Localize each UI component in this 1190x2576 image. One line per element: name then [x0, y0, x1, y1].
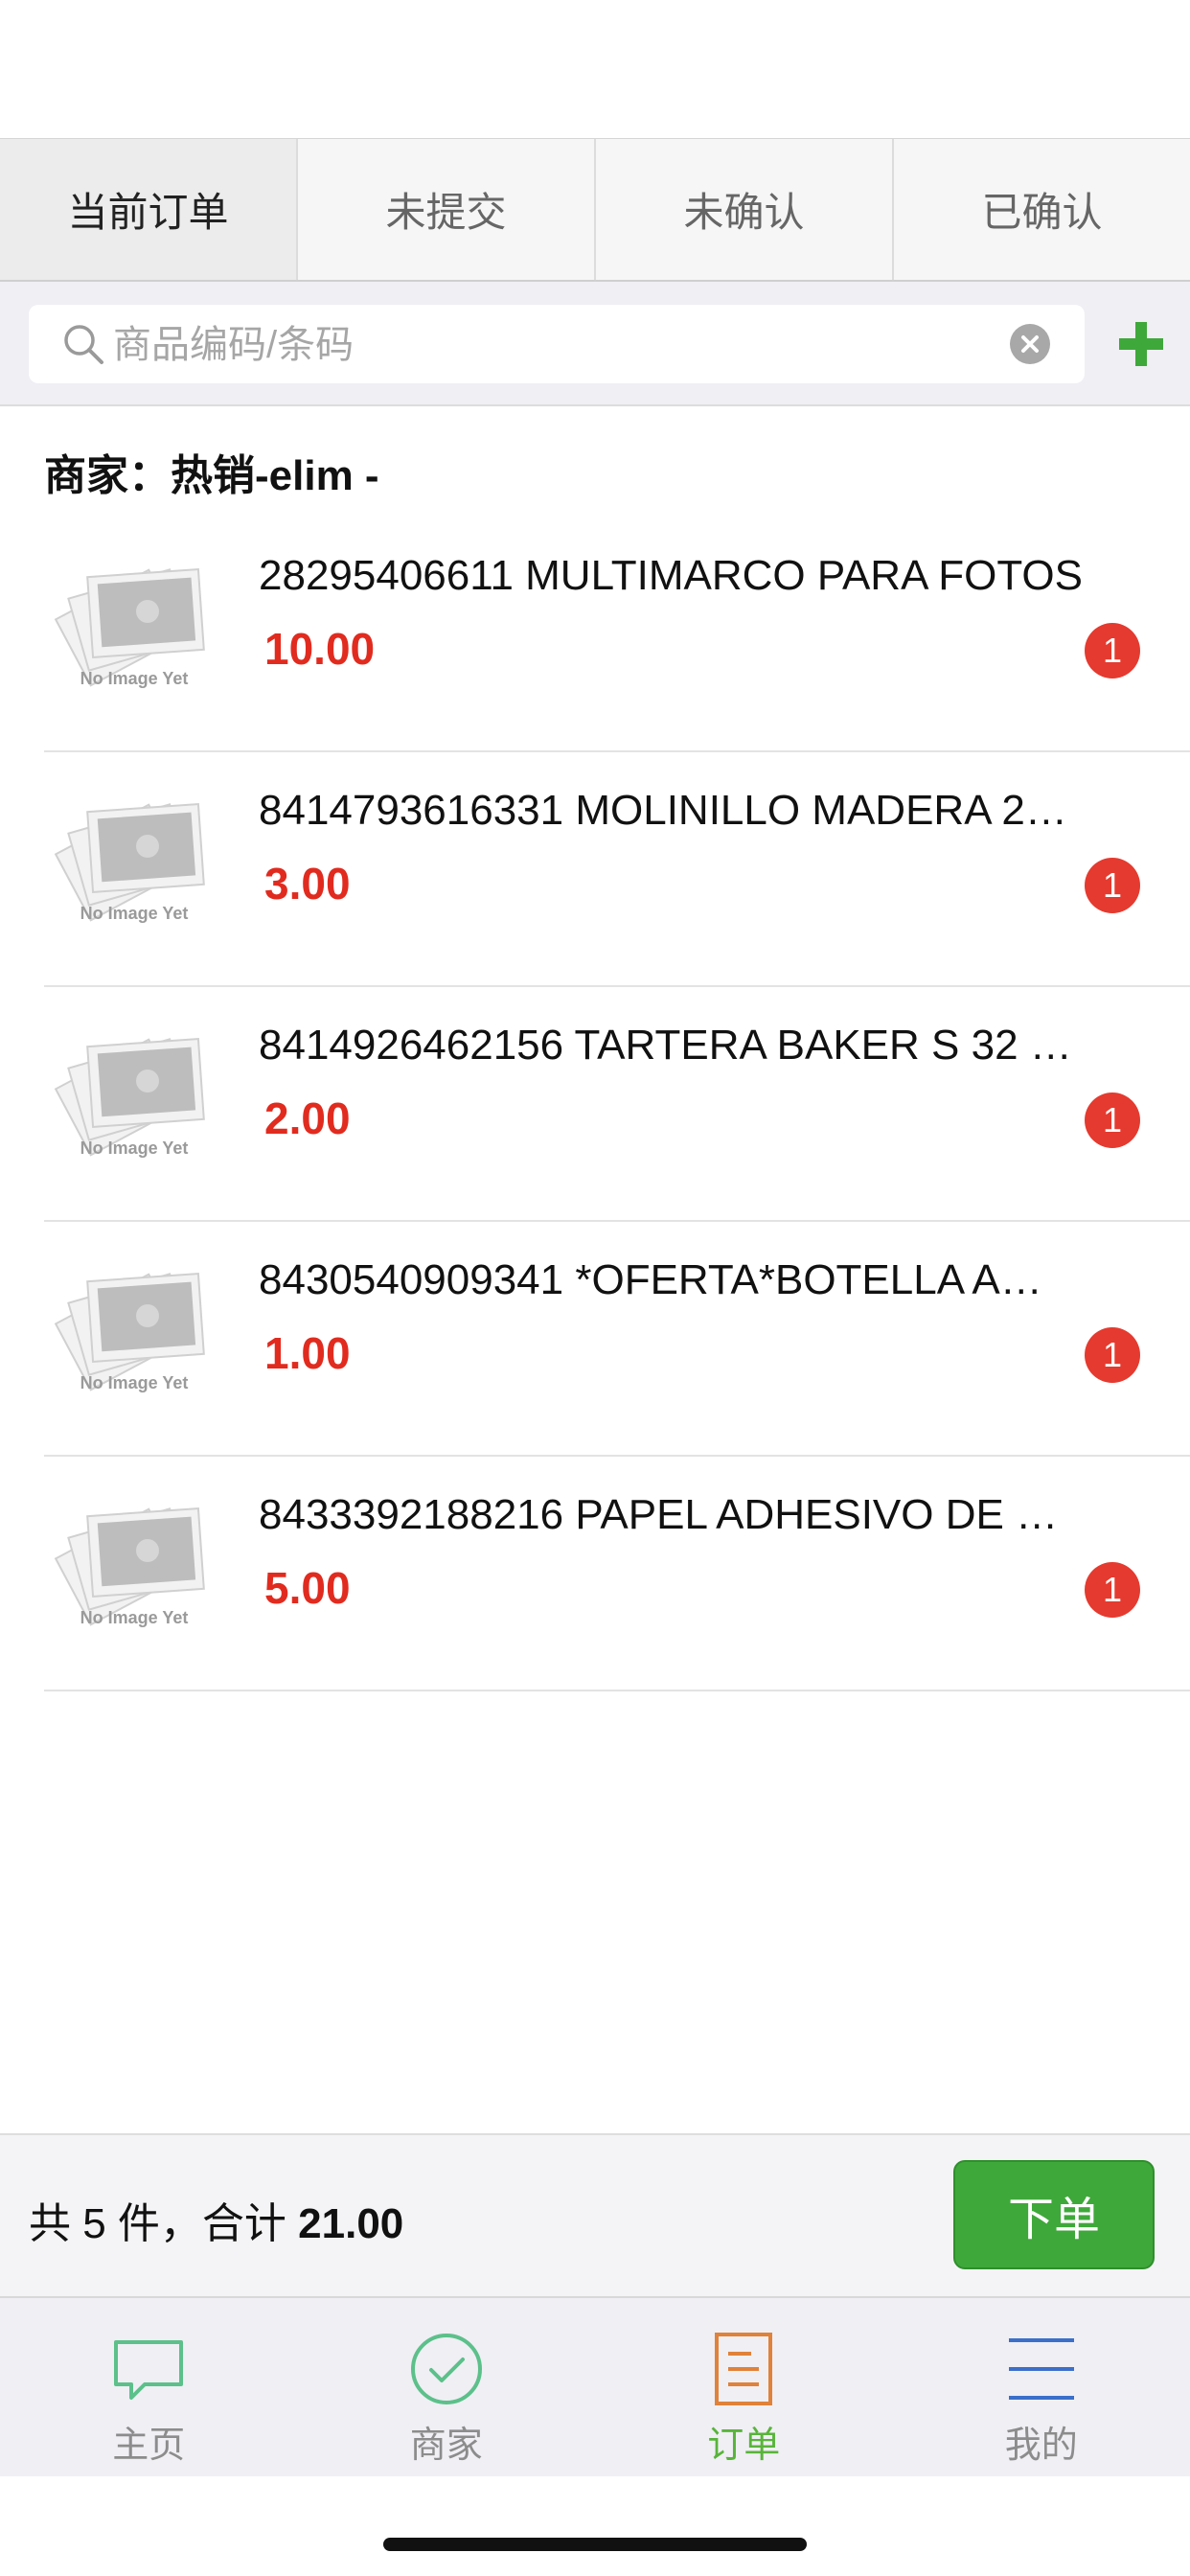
- item-price: 5.00: [264, 1563, 351, 1613]
- search-input[interactable]: [111, 305, 1006, 385]
- search-icon: [64, 325, 103, 364]
- order-tabs: 当前订单 未提交 未确认 已确认: [0, 138, 1190, 282]
- order-summary-bar: 共 5 件，合计 21.00 下单: [0, 2133, 1190, 2296]
- item-name: 8414793616331 MOLINILLO MADERA 2…: [259, 787, 1067, 834]
- list-item[interactable]: No Image Yet 8414926462156 TARTERA BAKER…: [44, 987, 1190, 1222]
- place-order-button[interactable]: 下单: [953, 2160, 1155, 2269]
- merchant-label: 商家：热销-elim -: [44, 452, 379, 499]
- list-item[interactable]: No Image Yet 28295406611 MULTIMARCO PARA…: [44, 518, 1190, 752]
- summary-count: 共 5 件，合计: [29, 2200, 299, 2247]
- item-name: 8430540909341 *OFERTA*BOTELLA A…: [259, 1256, 1042, 1303]
- document-icon: [715, 2333, 773, 2405]
- nav-item-me[interactable]: 我的: [893, 2298, 1190, 2476]
- item-name: 8414926462156 TARTERA BAKER S 32 …: [259, 1022, 1072, 1069]
- item-price: 2.00: [264, 1093, 351, 1143]
- quantity-badge: 1: [1085, 623, 1140, 678]
- svg-text:No Image Yet: No Image Yet: [80, 1138, 189, 1158]
- list-item[interactable]: No Image Yet 8433392188216 PAPEL ADHESIV…: [44, 1457, 1190, 1691]
- list-item[interactable]: No Image Yet 8430540909341 *OFERTA*BOTEL…: [44, 1222, 1190, 1457]
- item-name: 28295406611 MULTIMARCO PARA FOTOS: [259, 552, 1083, 599]
- no-image-placeholder-icon: No Image Yet: [54, 802, 205, 923]
- tab-unsubmitted[interactable]: 未提交: [298, 139, 596, 280]
- svg-text:No Image Yet: No Image Yet: [80, 1608, 189, 1627]
- nav-label: 订单: [707, 2426, 781, 2466]
- status-bar-area: [0, 0, 1190, 138]
- nav-label: 商家: [409, 2426, 483, 2466]
- quantity-badge: 1: [1085, 1092, 1140, 1148]
- svg-text:No Image Yet: No Image Yet: [80, 669, 189, 688]
- svg-text:No Image Yet: No Image Yet: [80, 1373, 189, 1392]
- home-indicator[interactable]: [383, 2538, 807, 2551]
- add-item-button[interactable]: [1108, 305, 1175, 383]
- nav-item-orders[interactable]: 订单: [595, 2298, 893, 2476]
- bottom-navigation: 主页 商家 订单 我的: [0, 2296, 1190, 2476]
- order-item-list: No Image Yet 28295406611 MULTIMARCO PARA…: [0, 518, 1190, 1691]
- quantity-badge: 1: [1085, 1327, 1140, 1383]
- order-summary-text: 共 5 件，合计 21.00: [29, 2189, 403, 2250]
- no-image-placeholder-icon: No Image Yet: [54, 567, 205, 688]
- item-name: 8433392188216 PAPEL ADHESIVO DE …: [259, 1491, 1059, 1538]
- no-image-placeholder-icon: No Image Yet: [54, 1037, 205, 1158]
- item-price: 1.00: [264, 1328, 351, 1378]
- search-box: [29, 305, 1085, 385]
- item-price: 10.00: [264, 624, 376, 674]
- nav-label: 我的: [1004, 2426, 1078, 2466]
- no-image-placeholder-icon: No Image Yet: [54, 1506, 205, 1627]
- nav-item-home[interactable]: 主页: [0, 2298, 298, 2476]
- tab-current-orders[interactable]: 当前订单: [0, 139, 298, 280]
- list-item[interactable]: No Image Yet 8414793616331 MOLINILLO MAD…: [44, 752, 1190, 987]
- tab-confirmed[interactable]: 已确认: [894, 139, 1190, 280]
- quantity-badge: 1: [1085, 858, 1140, 913]
- svg-text:No Image Yet: No Image Yet: [80, 904, 189, 923]
- nav-label: 主页: [112, 2426, 186, 2466]
- no-image-placeholder-icon: No Image Yet: [54, 1272, 205, 1392]
- check-circle-icon: [410, 2334, 482, 2404]
- search-bar: [0, 282, 1190, 406]
- menu-lines-icon: [1008, 2338, 1074, 2400]
- nav-item-merchant[interactable]: 商家: [298, 2298, 596, 2476]
- summary-total: 21.00: [298, 2200, 404, 2247]
- quantity-badge: 1: [1085, 1562, 1140, 1618]
- chat-bubble-icon: [114, 2340, 184, 2400]
- tab-unconfirmed[interactable]: 未确认: [596, 139, 894, 280]
- item-price: 3.00: [264, 859, 351, 908]
- clear-icon[interactable]: [1010, 324, 1050, 364]
